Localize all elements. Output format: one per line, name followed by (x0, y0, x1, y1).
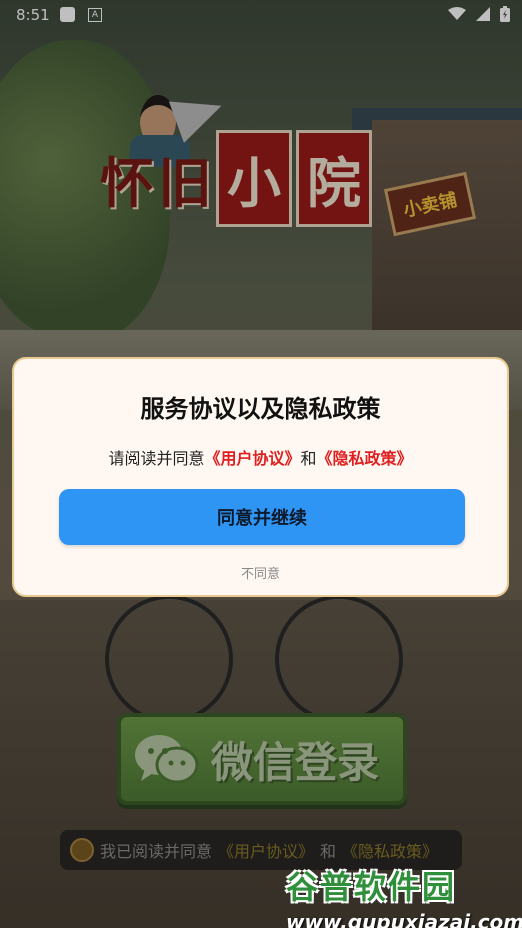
watermark-title: 谷普软件园 (286, 868, 457, 906)
disagree-button[interactable]: 不同意 (14, 563, 507, 582)
user-agreement-link[interactable]: 《用户协议》 (204, 449, 300, 468)
privacy-policy-link[interactable]: 《隐私政策》 (317, 449, 413, 468)
app-screen: 怀 旧 小 院 小卖铺 8:51 A 微信登录 我已阅读并同意 《用户协议》 和… (0, 0, 522, 928)
dialog-message: 请阅读并同意《用户协议》和《隐私政策》 (14, 445, 507, 469)
agree-continue-button[interactable]: 同意并继续 (59, 489, 465, 545)
dialog-title: 服务协议以及隐私政策 (140, 395, 381, 423)
dialog-message-prefix: 请阅读并同意 (108, 449, 205, 468)
site-watermark: 谷普软件园 www.gupuxiazai.com (286, 862, 522, 928)
privacy-dialog: 服务协议以及隐私政策 请阅读并同意《用户协议》和《隐私政策》 同意并继续 不同意 (12, 357, 509, 597)
dialog-message-conjunction: 和 (300, 449, 317, 468)
watermark-url: www.gupuxiazai.com (286, 910, 522, 928)
